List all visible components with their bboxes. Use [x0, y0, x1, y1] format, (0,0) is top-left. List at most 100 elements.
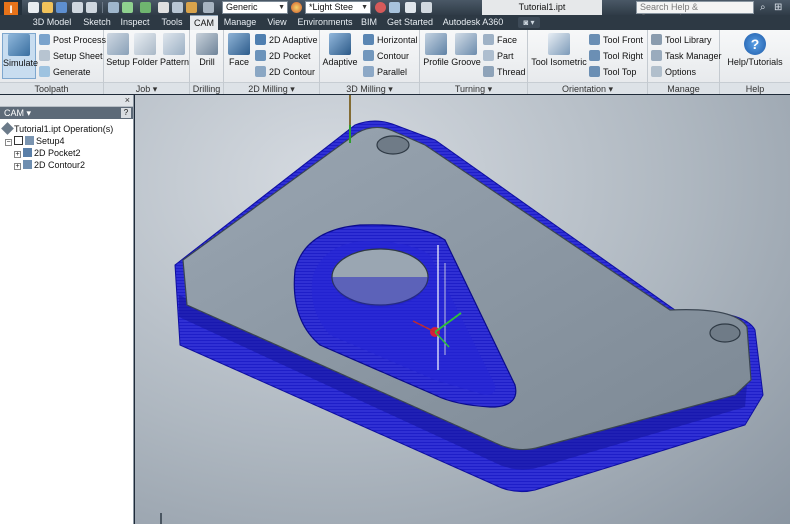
home-icon[interactable] — [108, 2, 119, 13]
post-process-button[interactable]: Post Process — [39, 33, 106, 47]
group-job: Setup Folder Pattern Job ▾ — [104, 30, 190, 94]
browser-help-icon[interactable]: ? — [121, 108, 131, 118]
generate-icon — [39, 66, 50, 77]
group-orientation: Tool Isometric Tool Front Tool Right Too… — [528, 30, 648, 94]
tool-front-icon — [589, 34, 600, 45]
graphics-viewport[interactable] — [135, 95, 790, 524]
browser-title[interactable]: CAM ▾ — [4, 108, 31, 118]
thread-icon — [483, 66, 494, 77]
simulate-button[interactable]: Simulate — [2, 33, 38, 79]
generate-button[interactable]: Generate — [39, 65, 91, 79]
tab-manage[interactable]: Manage — [221, 15, 259, 30]
2d-contour-button[interactable]: 2D Contour — [255, 65, 315, 79]
undo-icon[interactable] — [72, 2, 83, 13]
properties-icon[interactable] — [172, 2, 183, 13]
tab-bim[interactable]: BIM — [358, 15, 380, 30]
material-combo[interactable]: Generic ▼ — [222, 1, 288, 14]
tab-3d-model[interactable]: 3D Model — [28, 15, 76, 30]
tool-top-button[interactable]: Tool Top — [589, 65, 636, 79]
browser-close-icon[interactable]: × — [125, 95, 130, 105]
update-icon[interactable] — [140, 2, 151, 13]
adaptive-button[interactable]: Adaptive — [322, 33, 358, 79]
folder-icon — [134, 33, 156, 55]
tab-tools[interactable]: Tools — [157, 15, 187, 30]
tool-front-button[interactable]: Tool Front — [589, 33, 643, 47]
help-tutorials-button[interactable]: ? Help/Tutorials — [724, 33, 786, 79]
2d-pocket-icon — [255, 50, 266, 61]
formula-icon[interactable] — [405, 2, 416, 13]
task-manager-button[interactable]: Task Manager — [651, 49, 722, 63]
appearance-combo[interactable]: *Light Stee ▼ — [305, 1, 371, 14]
group-2d-milling: Face 2D Adaptive 2D Pocket 2D Contour 2D… — [224, 30, 320, 94]
drill-icon — [196, 33, 218, 55]
tool-library-button[interactable]: Tool Library — [651, 33, 712, 47]
thread-button[interactable]: Thread — [483, 65, 526, 79]
contour-icon — [23, 160, 32, 169]
tab-sketch[interactable]: Sketch — [80, 15, 114, 30]
pattern-button[interactable]: Pattern — [160, 33, 189, 79]
2d-pocket-button[interactable]: 2D Pocket — [255, 49, 311, 63]
clear-appearance-icon[interactable] — [375, 2, 386, 13]
tool-isometric-button[interactable]: Tool Isometric — [530, 33, 588, 79]
save-icon[interactable] — [56, 2, 67, 13]
collapse-icon[interactable]: − — [5, 139, 12, 146]
groove-icon — [455, 33, 477, 55]
tab-view[interactable]: View — [263, 15, 291, 30]
part-button[interactable]: Part — [483, 49, 514, 63]
search-icon[interactable]: ⌕ — [760, 2, 766, 13]
options-button[interactable]: Options — [651, 65, 696, 79]
open-folder-icon[interactable] — [42, 2, 53, 13]
expand-icon[interactable]: + — [14, 151, 21, 158]
tab-cam[interactable]: CAM — [190, 15, 218, 30]
horizontal-button[interactable]: Horizontal — [363, 33, 418, 47]
setup-button[interactable]: Setup — [106, 33, 130, 79]
toolbar-separator — [102, 2, 103, 13]
folder-button[interactable]: Folder — [132, 33, 158, 79]
setup-sheet-button[interactable]: Setup Sheet — [39, 49, 103, 63]
tab-inspect[interactable]: Inspect — [117, 15, 153, 30]
2d-adaptive-button[interactable]: 2D Adaptive — [255, 33, 318, 47]
profile-button[interactable]: Profile — [422, 33, 450, 79]
setup-icon — [25, 136, 34, 145]
appearance-sphere-icon[interactable] — [291, 2, 302, 13]
parallel-icon — [363, 66, 374, 77]
tree-2d-pocket[interactable]: +2D Pocket2 — [14, 147, 81, 159]
tree-2d-contour[interactable]: +2D Contour2 — [14, 159, 85, 171]
groove-button[interactable]: Groove — [451, 33, 481, 79]
drill-button[interactable]: Drill — [194, 33, 220, 79]
title-bar: I Generic ▼ *Light Stee ▼ Tutorial1.ipt Se… — [0, 0, 790, 30]
right-lug-hole — [709, 323, 741, 343]
top-lug-hole — [376, 135, 410, 155]
customize-icon[interactable] — [421, 2, 432, 13]
tab-autodesk-a360[interactable]: Autodesk A360 — [440, 15, 506, 30]
tab-get-started[interactable]: Get Started — [384, 15, 436, 30]
group-turning: Profile Groove Face Part Thread Turning … — [420, 30, 528, 94]
browser-title-bar[interactable]: CAM ▾ ? — [0, 107, 133, 119]
tool-right-button[interactable]: Tool Right — [589, 49, 643, 63]
group-label-drilling: Drilling — [190, 82, 223, 94]
select-icon[interactable] — [122, 2, 133, 13]
simulate-icon — [8, 34, 30, 56]
checkbox-icon[interactable] — [14, 136, 23, 145]
ribbon-display-toggle[interactable]: ◙ ▾ — [518, 17, 540, 28]
part-icon — [483, 50, 494, 61]
measure-icon[interactable] — [158, 2, 169, 13]
2d-adaptive-icon — [255, 34, 266, 45]
expand-icon[interactable]: + — [14, 163, 21, 170]
material-icon[interactable] — [186, 2, 197, 13]
adjust-icon[interactable] — [389, 2, 400, 13]
tab-environments[interactable]: Environments — [295, 15, 355, 30]
tree-setup[interactable]: − Setup4 — [5, 135, 65, 147]
appearance-icon[interactable] — [203, 2, 214, 13]
turning-face-button[interactable]: Face — [483, 33, 517, 47]
redo-icon[interactable] — [86, 2, 97, 13]
group-label-toolpath: Toolpath — [0, 82, 103, 94]
search-input[interactable]: Search Help & Commands... — [636, 1, 754, 23]
inventor-cam-window: I Generic ▼ *Light Stee ▼ Tutorial1.ipt Se… — [0, 0, 790, 524]
face-milling-button[interactable]: Face — [226, 33, 252, 79]
parallel-button[interactable]: Parallel — [363, 65, 407, 79]
tree-root-operations[interactable]: Tutorial1.ipt Operation(s) — [1, 122, 113, 135]
cart-icon[interactable]: ⊞ — [774, 2, 782, 13]
new-file-icon[interactable] — [28, 2, 39, 13]
contour-button[interactable]: Contour — [363, 49, 409, 63]
